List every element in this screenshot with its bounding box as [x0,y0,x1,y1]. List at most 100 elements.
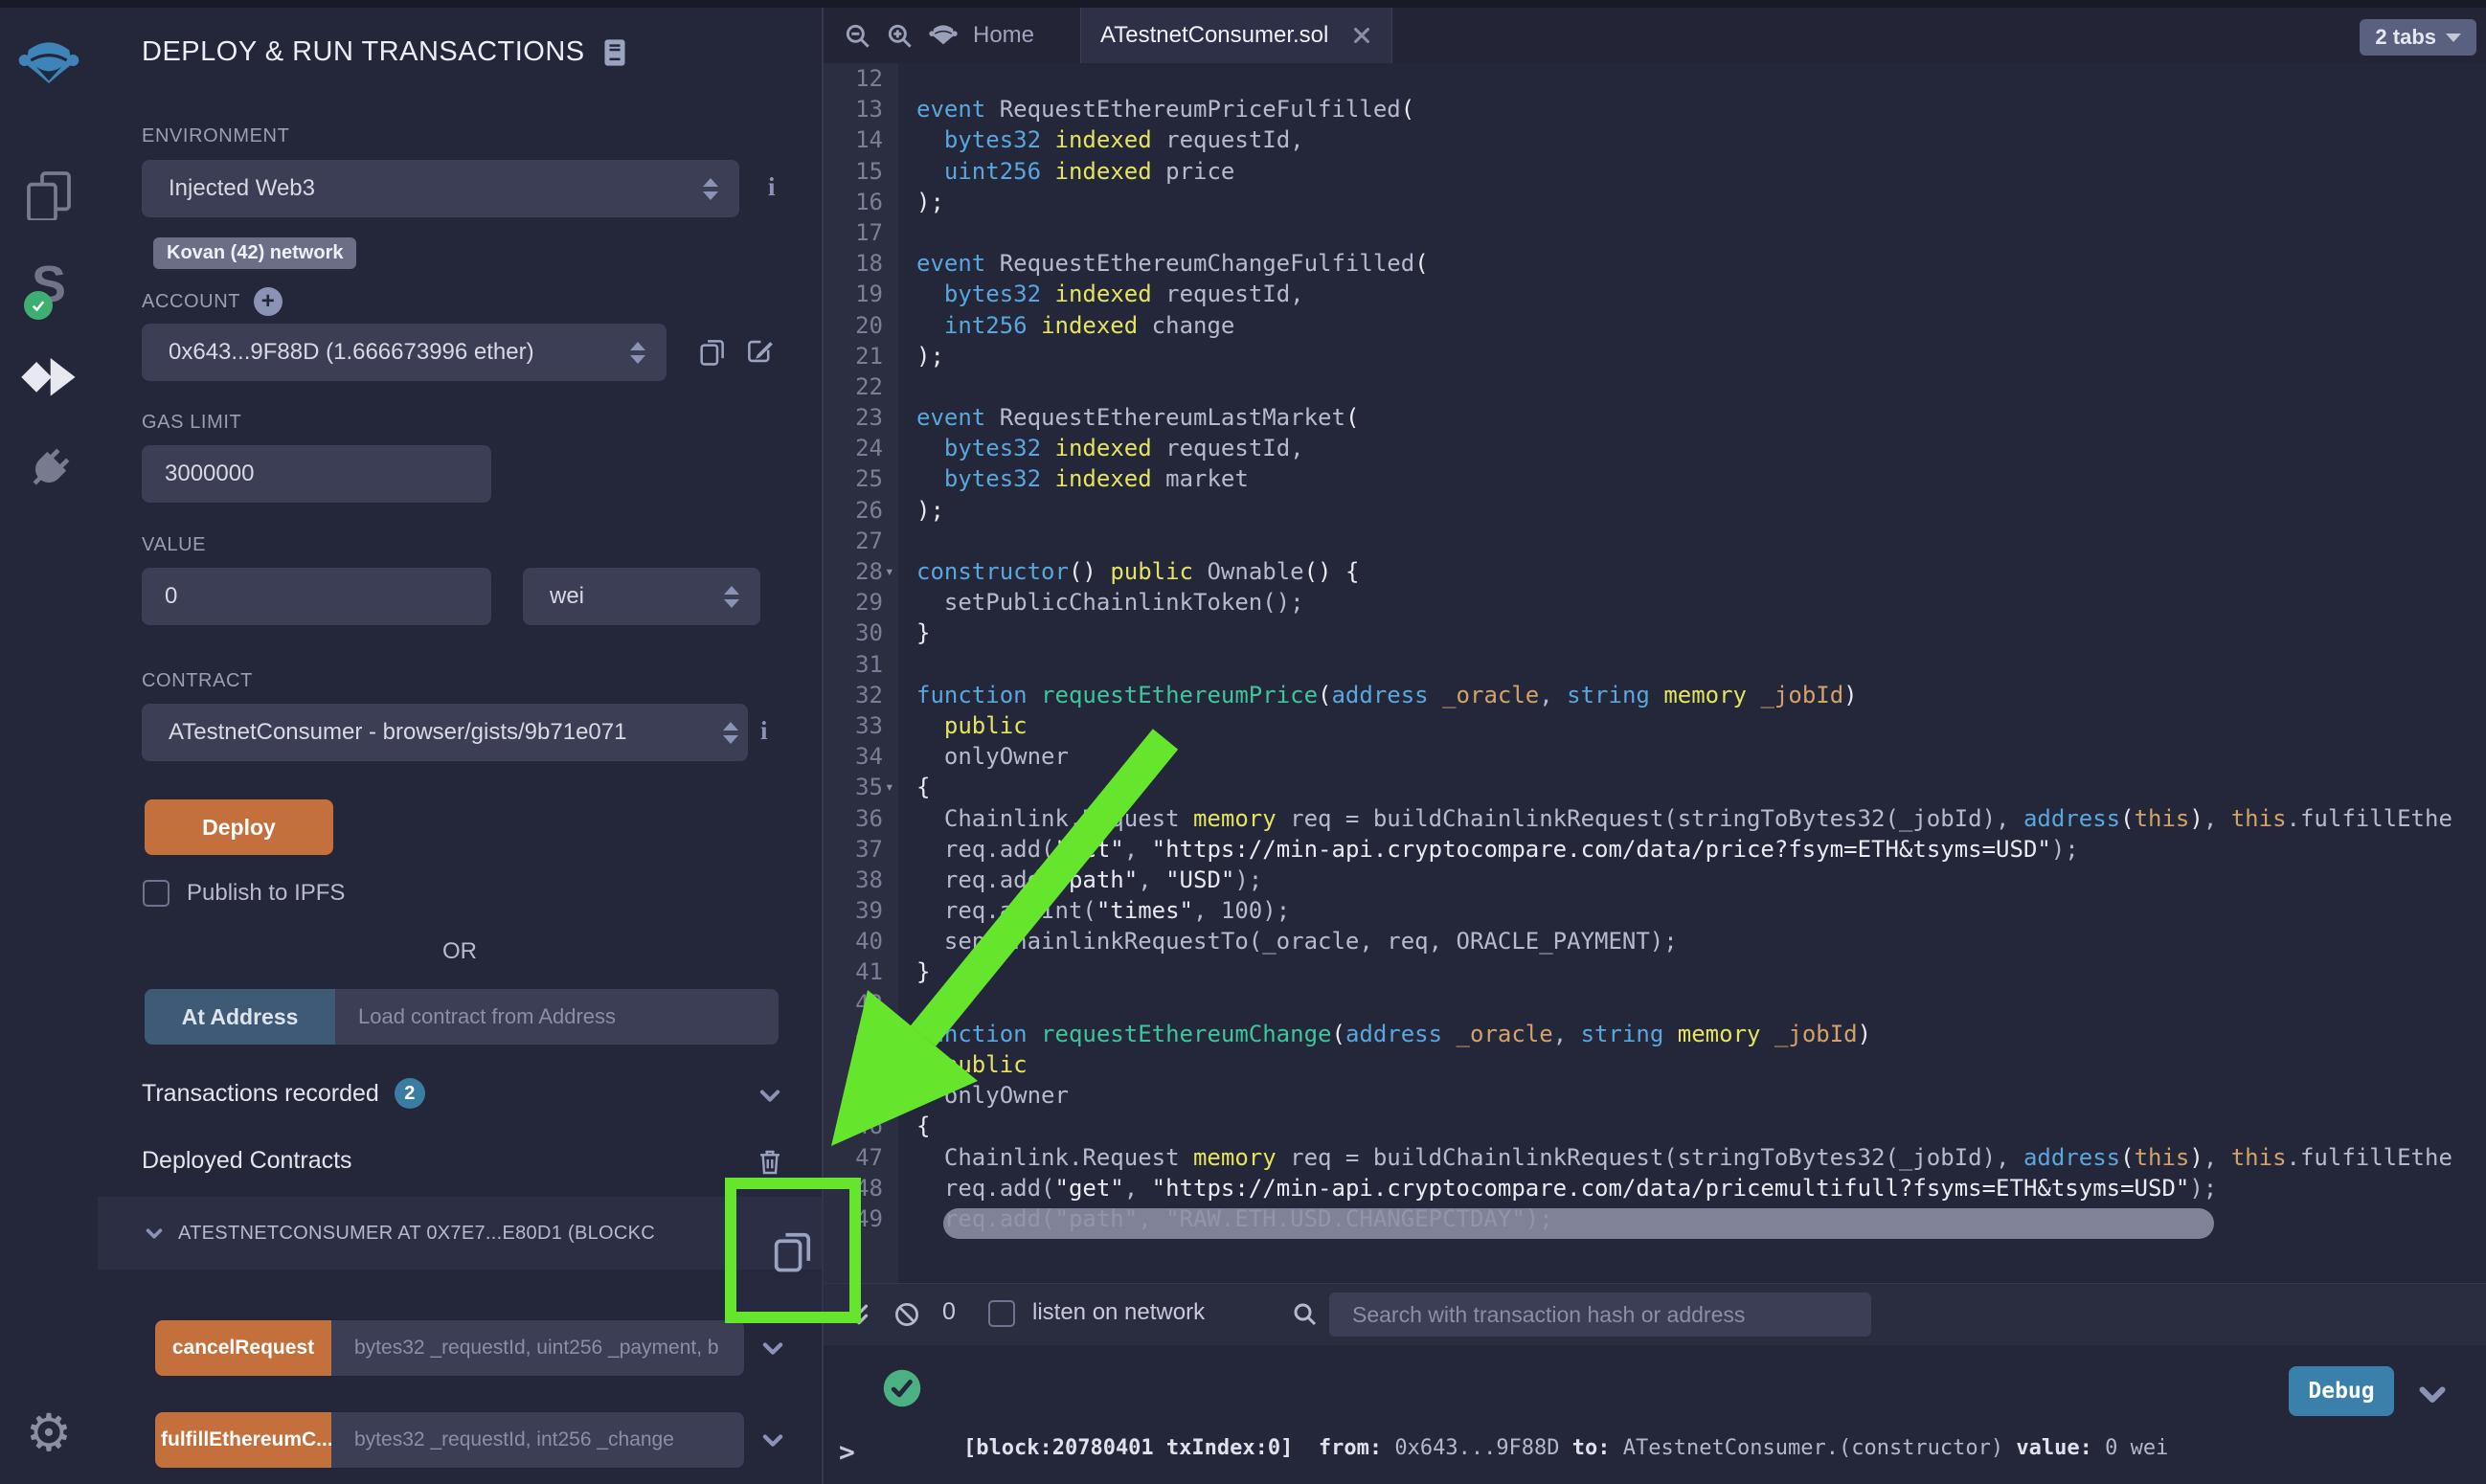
line-number: 15 [824,156,883,187]
clear-console-icon[interactable] [893,1300,921,1329]
code-line: 35▾{ [824,772,2486,802]
transactions-collapse-icon[interactable] [757,1082,783,1109]
plugin-manager-icon[interactable] [0,442,98,496]
horizontal-scrollbar[interactable] [943,1208,2214,1239]
account-value: 0x643...9F88D (1.666673996 ether) [169,339,621,366]
remix-logo-icon[interactable] [0,38,98,90]
expand-log-icon[interactable] [2415,1377,2450,1411]
contract-info-icon[interactable]: i [760,716,768,746]
code-line: 18event RequestEthereumChangeFulfilled( [824,248,2486,279]
code-line: 12 [824,63,2486,94]
code-line: 28▾constructor() public Ownable() { [824,556,2486,587]
value-input[interactable] [142,568,491,625]
line-number: 19 [824,279,883,309]
transactions-recorded-row: Transactions recorded 2 [142,1078,425,1109]
contract-expand-icon[interactable] [144,1223,165,1244]
publish-ipfs-checkbox[interactable] [143,880,170,907]
line-number: 23 [824,402,883,433]
line-number: 28 [824,556,883,587]
transactions-recorded-label: Transactions recorded [142,1080,379,1108]
environment-select[interactable]: Injected Web3 [142,160,739,217]
settings-gear-icon[interactable]: ⚙ [0,1407,98,1459]
select-arrows-icon [703,178,718,200]
terminal: 0 listen on network [block:20780401 txIn… [824,1283,2486,1484]
gas-limit-input[interactable] [142,445,491,503]
fulfillethereumchange-params-input[interactable] [331,1412,744,1468]
account-select[interactable]: 0x643...9F88D (1.666673996 ether) [142,324,667,381]
chevron-down-icon [2446,34,2461,42]
line-number: 43 [824,1019,883,1049]
tab-atestnetconsumer[interactable]: ATestnetConsumer.sol [1080,8,1392,63]
cancelrequest-params-input[interactable] [331,1320,744,1376]
deploy-run-icon[interactable] [0,352,98,400]
listen-network-checkbox[interactable] [988,1300,1015,1327]
search-icon [1291,1300,1320,1329]
code-line: 22 [824,371,2486,402]
code-line: 21); [824,341,2486,371]
code-line: 30} [824,618,2486,648]
fold-arrow-icon[interactable]: ▾ [885,556,894,587]
home-globe-icon [929,23,958,48]
deployed-contract-name: ATESTNETCONSUMER AT 0X7E7...E80D1 (BLOCK… [178,1223,655,1245]
value-unit-select[interactable]: wei [523,568,760,625]
top-strip [0,0,2486,8]
value-label: VALUE [142,534,206,556]
solidity-compiler-icon[interactable]: S [0,255,98,314]
code-line: 15 uint256 indexed price [824,156,2486,187]
deploy-button[interactable]: Deploy [145,799,333,855]
code-line: 43function requestEthereumChange(address… [824,1019,2486,1049]
line-number: 46 [824,1111,883,1141]
code-line: 45 onlyOwner [824,1080,2486,1111]
line-number: 21 [824,341,883,371]
code-line: 27 [824,526,2486,556]
terminal-toolbar: 0 listen on network [824,1283,2486,1345]
code-area[interactable]: 1213event RequestEthereumPriceFulfilled(… [824,63,2486,1287]
line-number: 25 [824,463,883,494]
fulfillethereumchange-button[interactable]: fulfillEthereumC... [155,1412,331,1468]
line-number: 27 [824,526,883,556]
at-address-input[interactable] [335,989,779,1045]
contract-value: ATestnetConsumer - browser/gists/9b71e07… [169,719,713,746]
select-arrows-icon [723,722,738,744]
code-line: 38 req.add("path", "USD"); [824,865,2486,895]
sign-message-icon[interactable] [743,335,776,368]
pending-tx-count: 0 [942,1298,956,1326]
docs-book-icon[interactable] [602,38,627,67]
terminal-log-entry[interactable]: [block:20780401 txIndex:0] from: 0x643..… [963,1360,2168,1484]
copy-contract-address-icon[interactable] [768,1225,818,1275]
listen-network-label: listen on network [1032,1299,1205,1326]
network-badge: Kovan (42) network [153,237,356,269]
tab-home[interactable]: Home [919,8,1044,63]
code-line: 31 [824,649,2486,680]
terminal-search-input[interactable] [1329,1293,1871,1337]
code-line: 16); [824,187,2486,217]
zoom-out-icon[interactable] [843,21,873,52]
clear-deployed-trash-icon[interactable] [755,1145,785,1178]
account-label: ACCOUNT [142,291,240,313]
line-number: 33 [824,710,883,741]
deployed-contract-item[interactable]: ATESTNETCONSUMER AT 0X7E7...E80D1 (BLOCK… [98,1197,822,1270]
file-explorer-icon[interactable] [0,167,98,220]
tabs-dropdown-button[interactable]: 2 tabs [2360,19,2476,56]
contract-select[interactable]: ATestnetConsumer - browser/gists/9b71e07… [142,704,748,761]
copy-account-icon[interactable] [696,335,729,368]
expand-params-icon[interactable] [759,1335,786,1361]
terminal-log-line1: [block:20780401 txIndex:0] from: 0x643..… [963,1430,2168,1466]
debug-button[interactable]: Debug [2289,1366,2394,1416]
function-row: cancelRequest [155,1320,786,1376]
deploy-run-panel: DEPLOY & RUN TRANSACTIONS ENVIRONMENT In… [98,8,824,1484]
zoom-in-icon[interactable] [885,21,915,52]
expand-params-icon[interactable] [759,1427,786,1453]
terminal-prompt[interactable]: > [839,1436,855,1468]
line-number: 30 [824,618,883,648]
cancelrequest-button[interactable]: cancelRequest [155,1320,331,1376]
fold-arrow-icon[interactable]: ▾ [885,772,894,802]
code-line: 46{ [824,1111,2486,1141]
line-number: 35 [824,772,883,802]
line-number: 39 [824,895,883,926]
close-tab-icon[interactable] [1351,25,1372,46]
environment-info-icon[interactable]: i [768,172,776,202]
gas-limit-label: GAS LIMIT [142,412,241,434]
add-account-icon[interactable]: + [254,287,282,316]
at-address-button[interactable]: At Address [145,989,335,1045]
